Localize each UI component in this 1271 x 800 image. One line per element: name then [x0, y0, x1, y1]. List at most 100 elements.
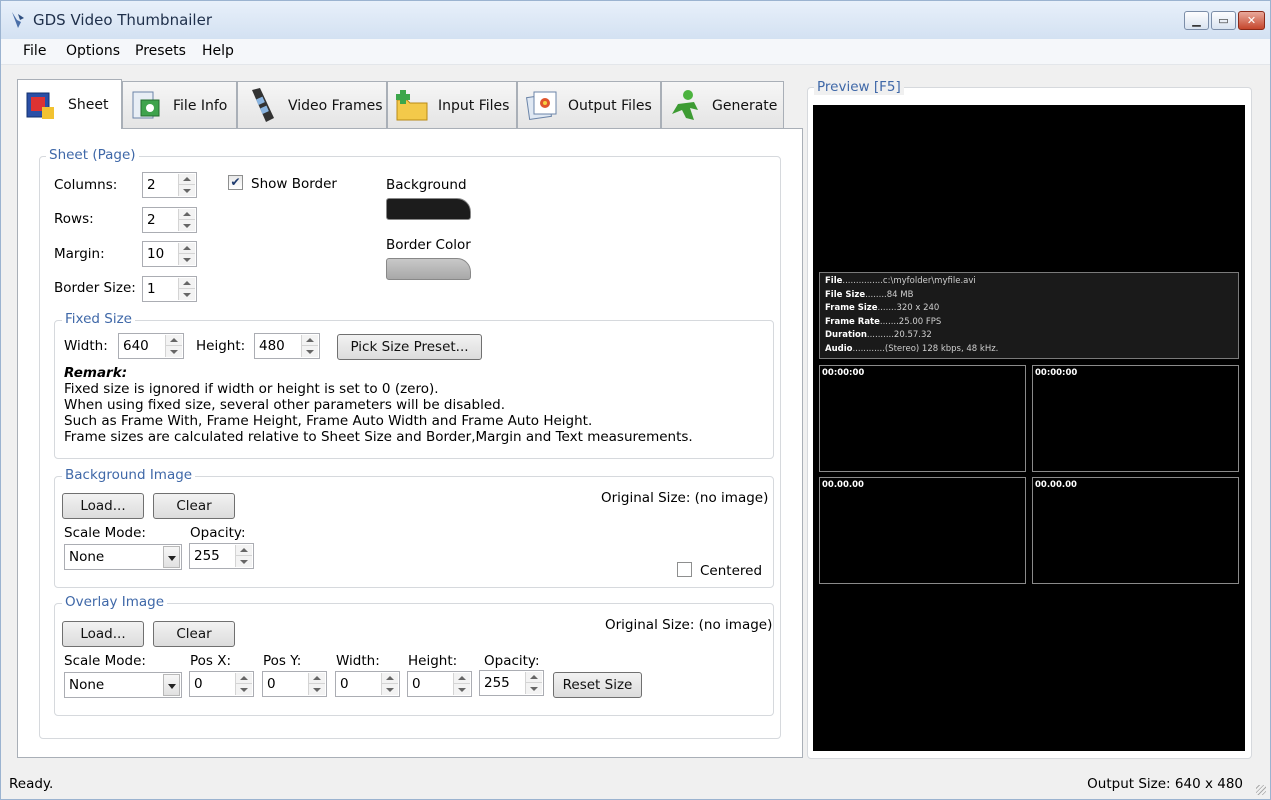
close-button[interactable]: ✕	[1238, 11, 1265, 30]
spinner-arrows-icon[interactable]	[525, 672, 542, 694]
centered-checkbox[interactable]	[677, 562, 692, 577]
tab-video-frames-label: Video Frames	[288, 97, 383, 114]
overlay-image-title: Overlay Image	[62, 594, 168, 610]
spinner-arrows-icon[interactable]	[308, 673, 325, 695]
title-bar: GDS Video Thumbnailer ▁ ▭ ✕	[1, 1, 1270, 39]
border-color-label: Border Color	[386, 237, 471, 253]
fixed-height-value: 480	[259, 338, 285, 354]
overlay-height-spinner[interactable]: 0	[407, 671, 472, 697]
info-line-file-size: File Size........84 MB	[825, 289, 914, 300]
remark-text: Remark: Fixed size is ignored if width o…	[64, 365, 693, 445]
tab-input-files-label: Input Files	[438, 97, 510, 114]
overlay-scale-mode-value: None	[69, 677, 105, 693]
tab-input-files[interactable]: Input Files	[387, 81, 517, 129]
overlay-opacity-value: 255	[484, 675, 510, 691]
pos-x-spinner[interactable]: 0	[189, 671, 254, 697]
menu-presets[interactable]: Presets	[135, 43, 186, 59]
frame-timestamp: 00:00:00	[1035, 368, 1078, 378]
sheet-icon	[26, 92, 54, 119]
tab-video-frames[interactable]: Video Frames	[237, 81, 387, 129]
frame-timestamp: 00:00:00	[822, 368, 865, 378]
border-size-label: Border Size:	[54, 280, 136, 296]
menu-options[interactable]: Options	[66, 43, 120, 59]
checkmark-icon: ✔	[230, 175, 241, 189]
overlay-clear-button[interactable]: Clear	[153, 621, 235, 647]
columns-spinner[interactable]: 2	[142, 172, 197, 198]
margin-value: 10	[147, 246, 165, 262]
background-opacity-value: 255	[194, 548, 220, 564]
fixed-height-spinner[interactable]: 480	[254, 333, 320, 359]
spinner-arrows-icon[interactable]	[178, 243, 195, 265]
preview-frame: 00.00.00	[819, 477, 1026, 584]
spinner-arrows-icon[interactable]	[301, 335, 318, 357]
overlay-height-value: 0	[412, 676, 421, 692]
maximize-button[interactable]: ▭	[1211, 11, 1236, 30]
pos-y-value: 0	[267, 676, 276, 692]
reset-size-button[interactable]: Reset Size	[553, 672, 642, 698]
close-icon: ✕	[1246, 14, 1257, 27]
tab-output-files[interactable]: Output Files	[517, 81, 661, 129]
menu-bar: File Options Presets Help	[1, 39, 1270, 65]
border-size-spinner[interactable]: 1	[142, 276, 197, 302]
preview-frame: 00:00:00	[1032, 365, 1239, 472]
tab-generate[interactable]: Generate	[661, 81, 784, 129]
pos-y-spinner[interactable]: 0	[262, 671, 327, 697]
border-color-swatch[interactable]	[386, 258, 471, 280]
margin-label: Margin:	[54, 246, 105, 262]
show-border-label: Show Border	[251, 176, 337, 192]
menu-file[interactable]: File	[23, 43, 46, 59]
info-line-frame-rate: Frame Rate.......25.00 FPS	[825, 316, 942, 327]
background-color-swatch[interactable]	[386, 198, 471, 220]
margin-spinner[interactable]: 10	[142, 241, 197, 267]
overlay-load-button[interactable]: Load...	[62, 621, 144, 647]
overlay-width-label: Width:	[336, 653, 380, 669]
overlay-opacity-spinner[interactable]: 255	[479, 670, 544, 696]
columns-label: Columns:	[54, 177, 118, 193]
fixed-height-label: Height:	[196, 338, 246, 354]
chevron-down-icon[interactable]	[163, 674, 180, 696]
rows-value: 2	[147, 212, 156, 228]
remark-line: Such as Frame With, Frame Height, Frame …	[64, 413, 593, 429]
spinner-arrows-icon[interactable]	[235, 673, 252, 695]
background-scale-mode-select[interactable]: None	[64, 544, 182, 570]
background-opacity-spinner[interactable]: 255	[189, 543, 254, 569]
spinner-arrows-icon[interactable]	[165, 335, 182, 357]
film-strip-icon	[252, 87, 274, 122]
info-line-audio: Audio............(Stereo) 128 kbps, 48 k…	[825, 343, 999, 354]
fixed-size-title: Fixed Size	[62, 311, 135, 327]
overlay-width-spinner[interactable]: 0	[335, 671, 400, 697]
rows-spinner[interactable]: 2	[142, 207, 197, 233]
info-line-file: File...............c:\myfolder\myfile.av…	[825, 276, 976, 286]
spinner-arrows-icon[interactable]	[178, 209, 195, 231]
sheet-page-title: Sheet (Page)	[46, 147, 139, 163]
minimize-button[interactable]: ▁	[1184, 11, 1209, 30]
show-border-checkbox[interactable]: ✔	[228, 175, 243, 190]
spinner-arrows-icon[interactable]	[381, 673, 398, 695]
tab-file-info[interactable]: File Info	[122, 81, 237, 129]
tab-output-files-label: Output Files	[568, 97, 652, 114]
pick-size-preset-button[interactable]: Pick Size Preset...	[337, 334, 482, 360]
background-opacity-label: Opacity:	[190, 525, 246, 541]
spinner-arrows-icon[interactable]	[235, 545, 252, 567]
info-line-duration: Duration..........20.57.32	[825, 330, 932, 340]
fixed-width-spinner[interactable]: 640	[118, 333, 184, 359]
background-scale-mode-label: Scale Mode:	[64, 525, 146, 541]
background-load-button[interactable]: Load...	[62, 493, 144, 519]
chevron-down-icon[interactable]	[163, 546, 180, 568]
spinner-arrows-icon[interactable]	[178, 174, 195, 196]
tab-sheet[interactable]: Sheet	[17, 79, 122, 129]
resize-grip-icon[interactable]	[1256, 785, 1266, 795]
pos-y-label: Pos Y:	[263, 653, 302, 669]
overlay-original-size: Original Size: (no image)	[605, 617, 773, 633]
remark-line: Fixed size is ignored if width or height…	[64, 381, 439, 397]
spinner-arrows-icon[interactable]	[178, 278, 195, 300]
overlay-scale-mode-select[interactable]: None	[64, 672, 182, 698]
rows-label: Rows:	[54, 211, 94, 227]
spinner-arrows-icon[interactable]	[453, 673, 470, 695]
background-clear-button[interactable]: Clear	[153, 493, 235, 519]
menu-help[interactable]: Help	[202, 43, 234, 59]
columns-value: 2	[147, 177, 156, 193]
overlay-opacity-label: Opacity:	[484, 653, 540, 669]
pos-x-value: 0	[194, 676, 203, 692]
background-image-title: Background Image	[62, 467, 196, 483]
